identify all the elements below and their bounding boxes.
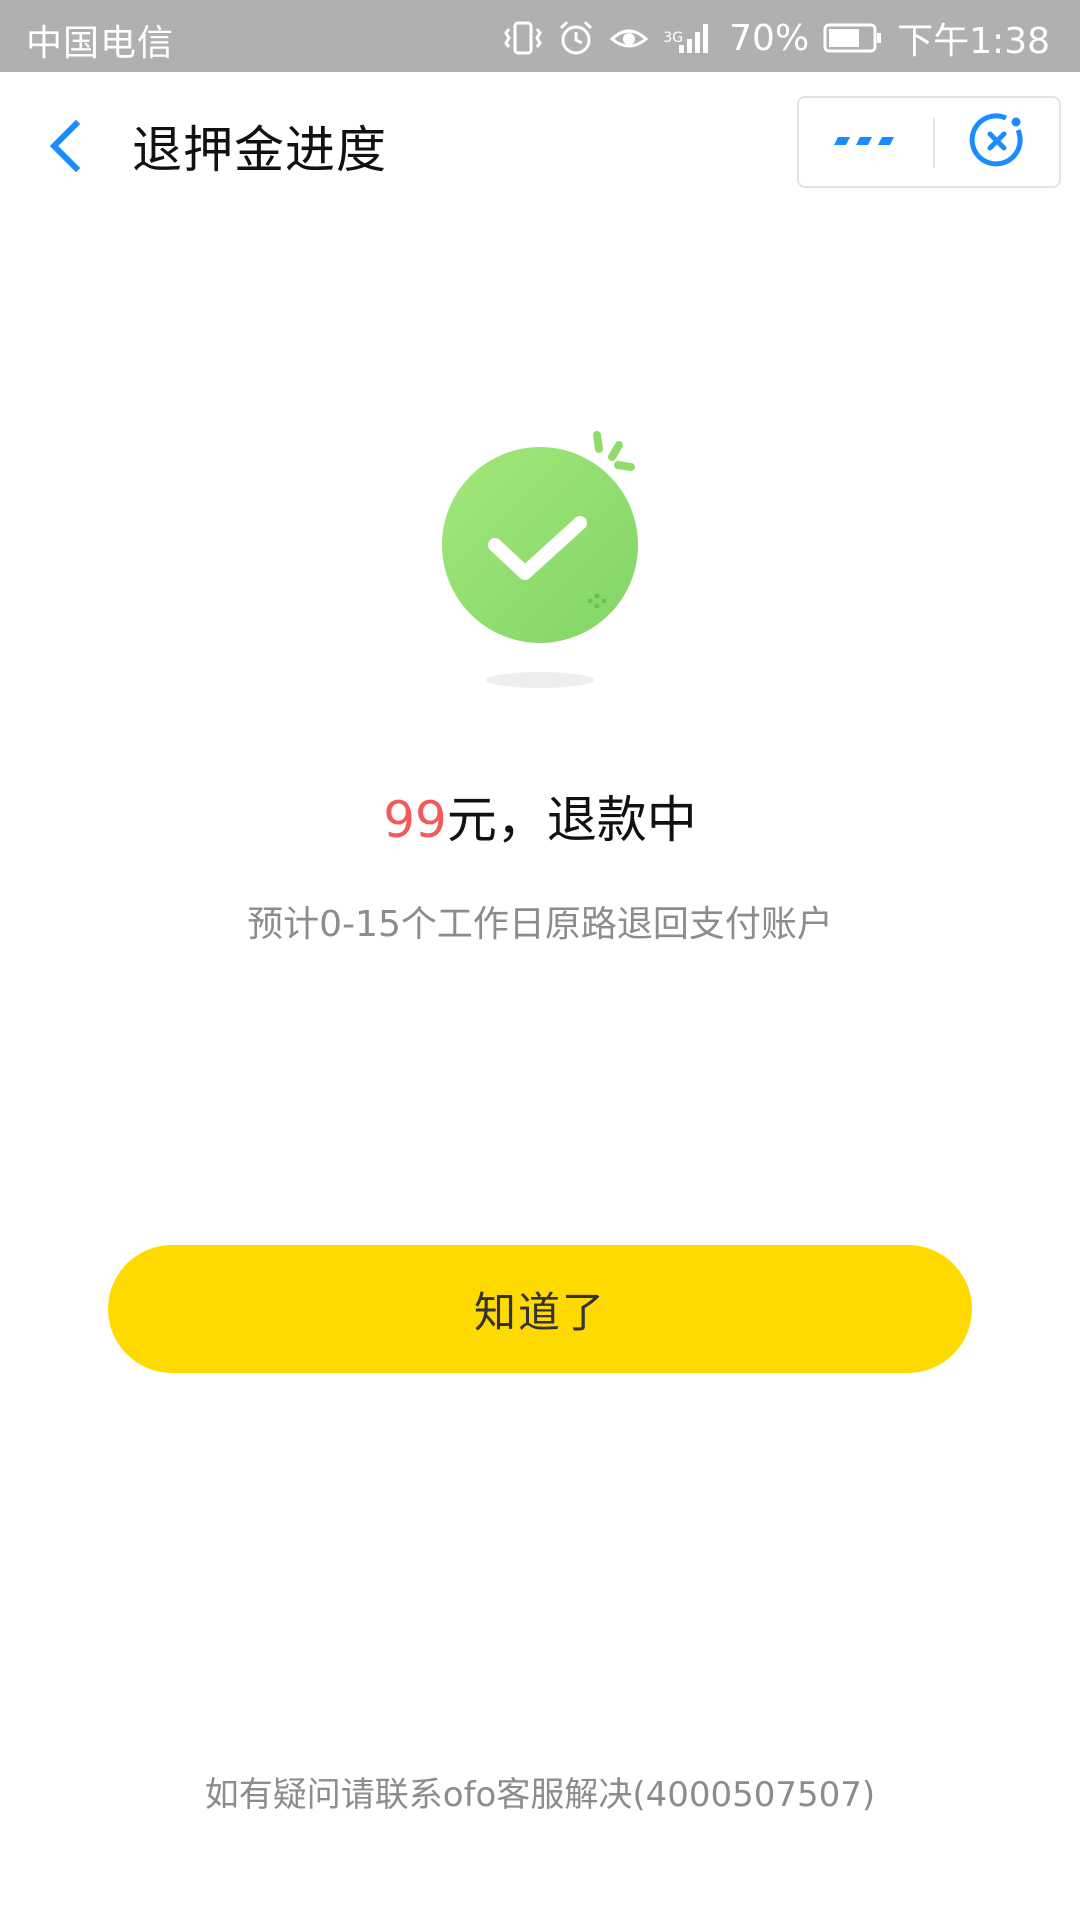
refund-description: 预计0-15个工作日原路退回支付账户 xyxy=(247,904,833,945)
close-button[interactable] xyxy=(935,98,1061,186)
more-dots-icon xyxy=(830,133,900,152)
refund-amount: 99 xyxy=(383,791,447,849)
mini-program-capsule xyxy=(797,96,1061,188)
signal-icon: 3G xyxy=(663,21,715,55)
confirm-button[interactable]: 知道了 xyxy=(108,1245,972,1373)
status-bar: 中国电信 3G 70% 下午1:38 xyxy=(0,0,1080,72)
more-button[interactable] xyxy=(799,98,931,186)
status-icons: 3G 70% 下午1:38 xyxy=(503,12,1050,64)
back-button[interactable] xyxy=(40,116,92,176)
clock: 下午1:38 xyxy=(897,21,1050,62)
alarm-icon xyxy=(557,19,595,57)
carrier-name: 中国电信 xyxy=(26,23,175,64)
customer-service-note: 如有疑问请联系ofo客服解决(4000507507) xyxy=(204,1775,876,1815)
back-arrow-icon xyxy=(40,119,92,180)
vibrate-icon xyxy=(503,19,543,57)
eye-icon xyxy=(609,23,649,53)
refund-status: 99元，退款中 xyxy=(0,780,1080,852)
battery-percent: 70% xyxy=(729,17,810,59)
battery-icon xyxy=(823,22,883,54)
close-circle-icon xyxy=(968,110,1028,174)
title-bar: 退押金进度 xyxy=(0,72,1080,214)
page-title: 退押金进度 xyxy=(132,121,387,179)
success-check-icon xyxy=(420,415,660,695)
refund-status-text: 元，退款中 xyxy=(446,791,697,849)
